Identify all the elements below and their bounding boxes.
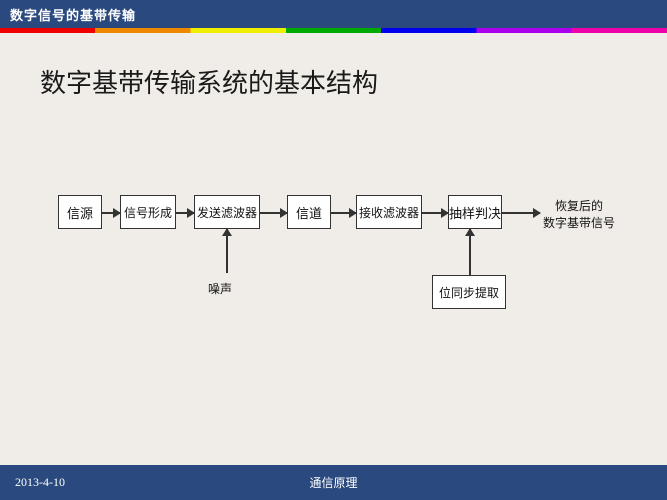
arrow-1 [102,212,120,214]
box-chouyangpan: 抽样判决 [448,195,502,229]
arrow-6 [502,212,540,214]
arrow-3 [260,212,287,214]
arrow-4 [331,212,356,214]
footer-date: 2013-4-10 [15,475,227,490]
page-title: 数字基带传输系统的基本结构 [40,63,627,100]
arrow-noise [226,229,228,273]
footer-center: 通信原理 [227,474,439,491]
arrow-2 [176,212,194,214]
noise-label: 噪声 [208,280,232,297]
box-xinhaoxingcheng: 信号形成 [120,195,176,229]
box-weitongbu: 位同步提取 [432,275,506,309]
box-xinyuan: 信源 [58,195,102,229]
box-xindao: 信道 [287,195,331,229]
block-diagram: 信源 信号形成 发送滤波器 信道 接收滤波器 抽样判决 位同步提取 噪声 恢复后… [40,140,627,360]
footer-bar: 2013-4-10 通信原理 [0,465,667,500]
header-bar: 数字信号的基带传输 [0,0,667,28]
restore-label: 恢复后的数字基带信号 [543,198,615,232]
header-title: 数字信号的基带传输 [10,5,136,24]
arrow-sync [469,229,471,275]
main-content: 数字基带传输系统的基本结构 信源 信号形成 发送滤波器 信道 接收滤波器 抽样判… [0,33,667,465]
box-jieshouvbo: 接收滤波器 [356,195,422,229]
arrow-5 [422,212,448,214]
box-fasonglvbo: 发送滤波器 [194,195,260,229]
